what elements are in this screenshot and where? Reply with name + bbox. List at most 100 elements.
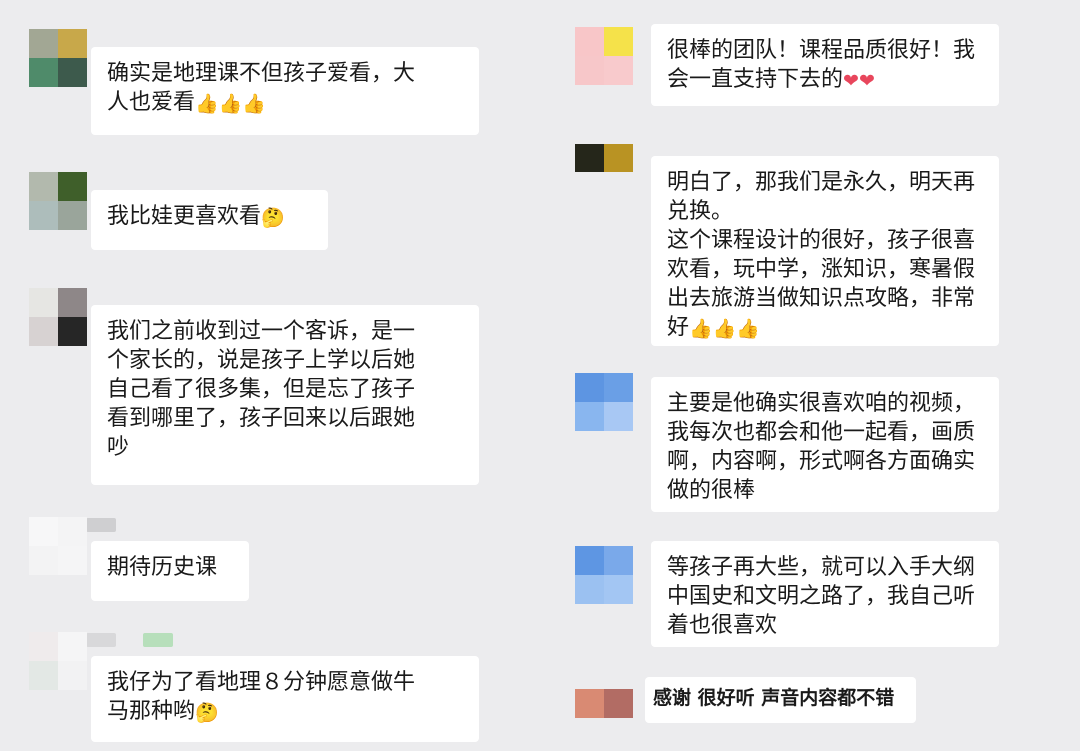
avatar-tile [604,546,633,575]
avatar-tile [575,575,604,604]
avatar-tile [575,144,604,172]
avatar-tile [575,402,604,431]
avatar[interactable] [575,144,633,172]
message-bubble[interactable]: 很棒的团队！课程品质很好！我 会一直支持下去的❤❤ [651,24,999,106]
thumbs-up-icon: 👍 [736,318,761,340]
message-text-line: 出去旅游当做知识点攻略，非常 [667,286,976,311]
avatar-tile [58,632,87,661]
avatar-tile [604,575,633,604]
avatar-tile [58,58,87,87]
message-text-line: 期待历史课 [107,555,218,580]
avatar-tile [29,546,58,575]
message-text-line: 确实是地理课不但孩子爱看，大 [107,61,416,86]
message-text-line: 人也爱看👍👍👍 [107,88,463,117]
message-text-line: 感谢 很好听 声音内容都不错 [653,687,895,709]
avatar-tile [29,58,58,87]
message-text-line: 马那种哟🤔 [107,697,463,726]
avatar-tile [575,689,604,718]
thumbs-up-icon: 👍 [689,318,713,340]
message-text-line: 我仔为了看地理８分钟愿意做牛 [107,670,416,695]
message-text-line: 很棒的团队！课程品质很好！我 [667,38,976,63]
avatar-tile [58,288,87,317]
avatar[interactable] [29,172,87,230]
message-text-line: 兑换。 [667,199,734,224]
thumbs-up-icon: 👍 [195,93,219,115]
avatar-tile [29,632,58,661]
message-text-line: 中国史和文明之路了，我自己听 [667,584,976,609]
avatar-tile [604,373,633,402]
thumbs-up-icon: 👍 [218,93,243,115]
message-text-line: 等孩子再大些，就可以入手大纲 [667,555,976,580]
message-text-line: 个家长的，说是孩子上学以后她 [107,348,416,373]
message-text-line: 自己看了很多集，但是忘了孩子 [107,377,416,402]
avatar-tile [29,317,58,346]
red-heart-icon: ❤ [843,70,859,92]
message-text-line: 着也很喜欢 [667,613,778,638]
avatar[interactable] [29,632,87,690]
avatar-tile [604,402,633,431]
message-text: 好 [667,315,690,340]
thumbs-up-icon: 👍 [712,318,737,340]
message-text-line: 我们之前收到过一个客诉，是一 [107,319,416,344]
avatar-tile [29,172,58,201]
avatar-tile [604,27,633,56]
message-bubble[interactable]: 主要是他确实很喜欢咱的视频， 我每次也都会和他一起看，画质 啊，内容啊，形式啊各… [651,377,999,512]
message-bubble[interactable]: 等孩子再大些，就可以入手大纲 中国史和文明之路了，我自己听 着也很喜欢 [651,541,999,647]
message-text-line: 我每次也都会和他一起看，画质 [667,420,976,445]
avatar-tile [29,661,58,690]
sender-name-placeholder [143,633,173,647]
thinking-face-icon: 🤔 [195,702,219,724]
avatar-tile [575,27,604,56]
avatar-tile [575,373,604,402]
avatar[interactable] [29,288,87,346]
avatar-tile [575,546,604,575]
avatar-tile [58,172,87,201]
message-text: 会一直支持下去的 [667,67,844,92]
avatar-tile [29,517,58,546]
sender-name-placeholder [86,633,116,647]
message-bubble[interactable]: 我比娃更喜欢看🤔 [91,190,328,250]
avatar-tile [58,317,87,346]
avatar-tile [58,29,87,58]
message-text-line: 会一直支持下去的❤❤ [667,65,983,94]
message-bubble[interactable]: 我们之前收到过一个客诉，是一 个家长的，说是孩子上学以后她 自己看了很多集，但是… [91,305,479,485]
message-text-line: 明白了，那我们是永久，明天再 [667,170,976,195]
avatar-tile [58,201,87,230]
message-bubble[interactable]: 期待历史课 [91,541,249,601]
avatar-tile [58,546,87,575]
avatar-tile [604,144,633,172]
avatar[interactable] [575,546,633,604]
avatar-tile [29,29,58,58]
avatar[interactable] [29,517,87,575]
message-text-line: 好👍👍👍 [667,313,983,342]
message-bubble[interactable]: 明白了，那我们是永久，明天再 兑换。 这个课程设计的很好，孩子很喜 欢看，玩中学… [651,156,999,346]
message-text-line: 吵 [107,435,130,460]
avatar-tile [604,56,633,85]
message-bubble[interactable]: 确实是地理课不但孩子爱看，大 人也爱看👍👍👍 [91,47,479,135]
message-text: 我比娃更喜欢看 [107,204,262,229]
message-text: 马那种哟 [107,699,196,724]
avatar-tile [604,689,633,718]
message-text-line: 我比娃更喜欢看🤔 [107,202,312,231]
avatar-tile [58,517,87,546]
red-heart-icon: ❤ [858,70,875,92]
message-bubble[interactable]: 我仔为了看地理８分钟愿意做牛 马那种哟🤔 [91,656,479,742]
message-bubble[interactable]: 感谢 很好听 声音内容都不错 [645,677,916,723]
thumbs-up-icon: 👍 [242,93,267,115]
message-text-line: 这个课程设计的很好，孩子很喜 [667,228,976,253]
avatar-tile [58,661,87,690]
avatar[interactable] [575,689,633,718]
avatar[interactable] [29,29,87,87]
avatar-tile [29,288,58,317]
message-text-line: 主要是他确实很喜欢咱的视频， [667,391,976,416]
message-text-line: 啊，内容啊，形式啊各方面确实 [667,449,976,474]
avatar-tile [575,56,604,85]
avatar-tile [29,201,58,230]
message-text-line: 看到哪里了，孩子回来以后跟她 [107,406,416,431]
sender-name-placeholder [86,518,116,532]
message-text-line-2: 人也爱看 [107,90,196,115]
avatar[interactable] [575,373,633,431]
avatar[interactable] [575,27,633,85]
thinking-face-icon: 🤔 [261,207,285,229]
message-text-line: 做的很棒 [667,478,756,503]
